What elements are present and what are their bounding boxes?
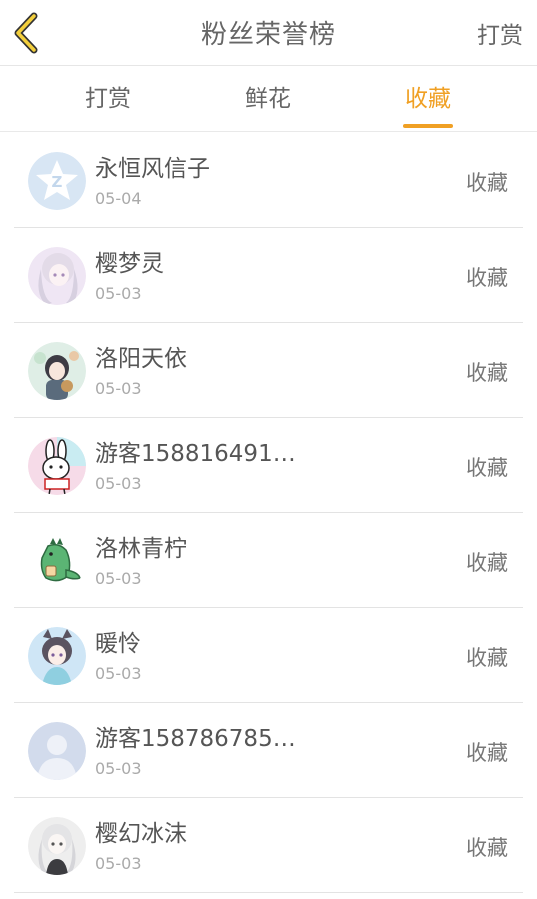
fan-name: 樱梦灵 xyxy=(95,251,164,277)
fan-name: 洛阳天依 xyxy=(95,346,187,372)
default-star-avatar: Z xyxy=(28,152,86,210)
list-item[interactable]: 洛林青柠 05-03 收藏 xyxy=(14,513,523,608)
list-item[interactable]: 洛阳天依 05-03 收藏 xyxy=(14,323,523,418)
fan-name: 游客158816491… xyxy=(95,441,296,467)
active-tab-indicator xyxy=(403,124,453,128)
tab-label: 打赏 xyxy=(85,86,131,112)
fan-action: 收藏 xyxy=(466,456,508,480)
anime-girl-avatar xyxy=(28,247,86,305)
anime-girl-avatar xyxy=(28,627,86,685)
list-item[interactable]: 樱幻冰沫 05-03 收藏 xyxy=(14,798,523,893)
fan-date: 05-04 xyxy=(95,189,142,208)
fan-date: 05-03 xyxy=(95,854,142,873)
list-item[interactable]: 暖怜 05-03 收藏 xyxy=(14,608,523,703)
fan-name: 永恒风信子 xyxy=(95,156,210,182)
anime-girl-avatar xyxy=(28,817,86,875)
fan-date: 05-03 xyxy=(95,569,142,588)
fan-action: 收藏 xyxy=(466,171,508,195)
fan-action: 收藏 xyxy=(466,836,508,860)
fan-action: 收藏 xyxy=(466,646,508,670)
fan-action: 收藏 xyxy=(466,551,508,575)
list-item[interactable]: 游客158786785… 05-03 收藏 xyxy=(14,703,523,798)
fan-name: 游客158786785… xyxy=(95,726,296,752)
tab-label: 收藏 xyxy=(405,86,451,112)
tab-bar: 打赏 鲜花 收藏 xyxy=(0,66,537,132)
top-bar: 粉丝荣誉榜 打赏 xyxy=(0,0,537,66)
default-person-avatar xyxy=(28,722,86,780)
anime-girl-avatar xyxy=(28,342,86,400)
list-item[interactable]: 樱梦灵 05-03 收藏 xyxy=(14,228,523,323)
reward-button[interactable]: 打赏 xyxy=(477,16,523,50)
fan-date: 05-03 xyxy=(95,284,142,303)
tab-flowers[interactable]: 鲜花 xyxy=(208,66,328,132)
list-item[interactable]: Z 永恒风信子 05-04 收藏 xyxy=(14,133,523,228)
fan-date: 05-03 xyxy=(95,759,142,778)
fan-action: 收藏 xyxy=(466,361,508,385)
fan-date: 05-03 xyxy=(95,664,142,683)
tab-reward[interactable]: 打赏 xyxy=(48,66,168,132)
fan-name: 洛林青柠 xyxy=(95,536,187,562)
fan-date: 05-03 xyxy=(95,474,142,493)
fan-list: Z 永恒风信子 05-04 收藏 樱梦灵 05-03 收藏 洛阳天依 05-03… xyxy=(14,133,523,893)
fan-date: 05-03 xyxy=(95,379,142,398)
svg-text:Z: Z xyxy=(52,173,63,191)
tab-favorites[interactable]: 收藏 xyxy=(368,66,488,132)
dinosaur-avatar xyxy=(28,532,86,590)
bunny-avatar xyxy=(28,437,86,495)
page-title: 粉丝荣誉榜 xyxy=(200,20,336,50)
list-item[interactable]: 游客158816491… 05-03 收藏 xyxy=(14,418,523,513)
fan-action: 收藏 xyxy=(466,741,508,765)
fan-action: 收藏 xyxy=(466,266,508,290)
fan-name: 樱幻冰沫 xyxy=(95,821,187,847)
fan-name: 暖怜 xyxy=(95,631,141,657)
tab-label: 鲜花 xyxy=(245,86,291,112)
